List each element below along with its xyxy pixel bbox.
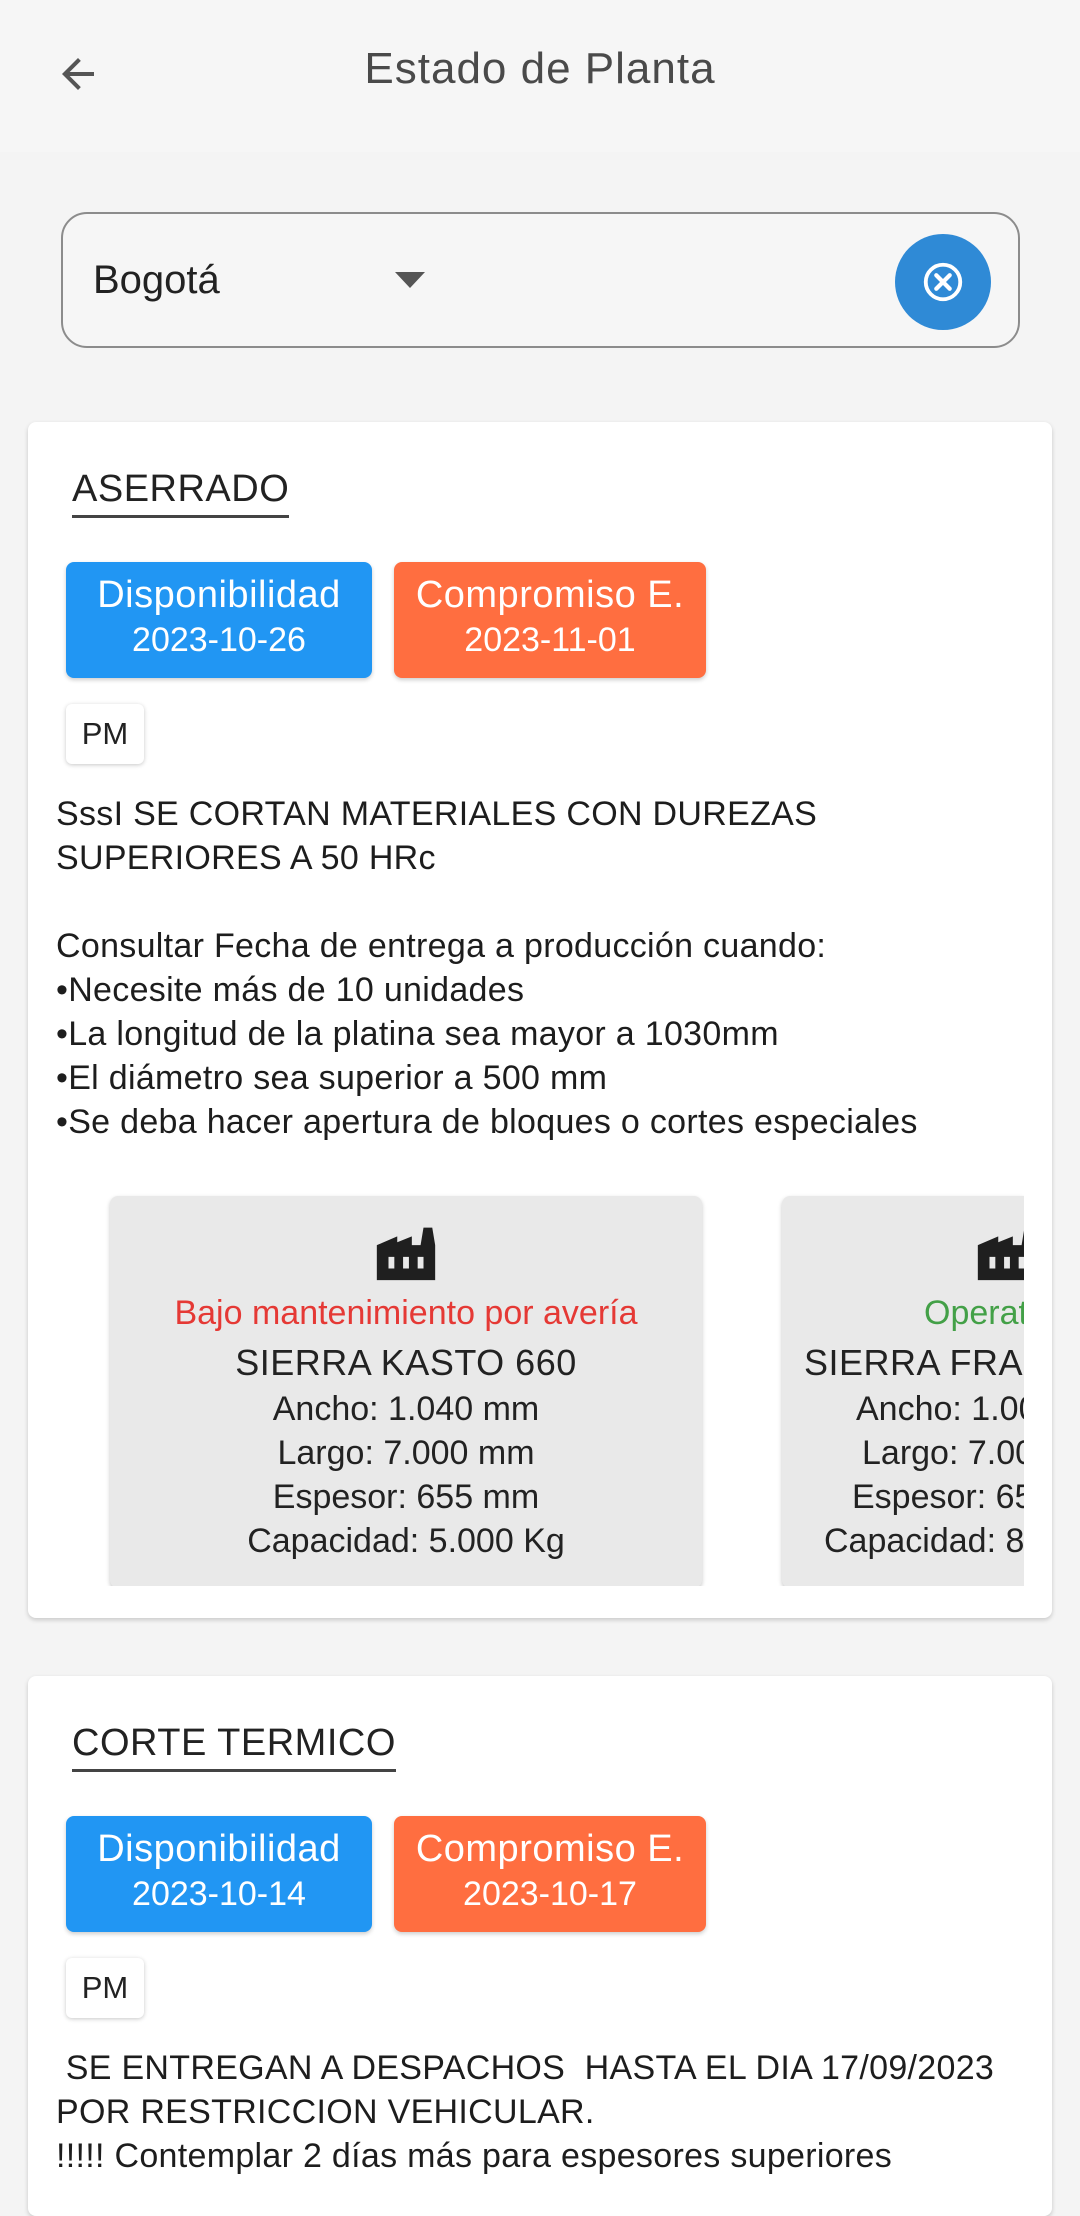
- dropdown-arrow-icon[interactable]: [395, 272, 425, 288]
- app-bar: Estado de Planta: [0, 0, 1080, 152]
- commitment-label: Compromiso E.: [415, 1828, 685, 1870]
- machine-capacity: Capacidad: 5.000 Kg: [247, 1522, 565, 1560]
- machine-length: Largo: 7.00: [862, 1434, 1024, 1472]
- machine-name: SIERRA FRAN: [804, 1342, 1024, 1383]
- section-notes: SssI SE CORTAN MATERIALES CON DUREZAS SU…: [56, 795, 918, 1141]
- section-notes: SE ENTREGAN A DESPACHOS HASTA EL DIA 17/…: [56, 2049, 995, 2175]
- availability-label: Disponibilidad: [97, 1828, 341, 1870]
- machine-thickness: Espesor: 65: [852, 1478, 1024, 1516]
- location-selected-value: Bogotá: [93, 258, 220, 302]
- availability-label: Disponibilidad: [97, 574, 341, 616]
- machines-carousel[interactable]: Bajo mantenimiento por avería SIERRA KAS…: [78, 1170, 1024, 1586]
- machine-status: Bajo mantenimiento por avería: [174, 1294, 638, 1332]
- availability-date: 2023-10-26: [132, 621, 306, 659]
- machine-capacity: Capacidad: 8: [824, 1522, 1024, 1560]
- section-title: ASERRADO: [72, 468, 290, 518]
- factory-icon: [376, 1227, 436, 1281]
- availability-badge[interactable]: Disponibilidad 2023-10-26: [66, 562, 372, 678]
- machine-thickness: Espesor: 655 mm: [272, 1478, 540, 1516]
- availability-date: 2023-10-14: [132, 1875, 306, 1913]
- commitment-date: 2023-10-17: [463, 1875, 637, 1913]
- commitment-badge[interactable]: Compromiso E. 2023-11-01: [394, 562, 706, 678]
- availability-badge[interactable]: Disponibilidad 2023-10-14: [66, 1816, 372, 1932]
- clear-circle-icon: [923, 262, 963, 302]
- machine-width: Ancho: 1.00: [856, 1390, 1024, 1428]
- section-title: CORTE TERMICO: [72, 1722, 396, 1772]
- page-title: Estado de Planta: [364, 44, 716, 93]
- location-dropdown[interactable]: Bogotá: [61, 212, 1020, 348]
- commitment-date: 2023-11-01: [464, 621, 636, 659]
- factory-icon: [977, 1230, 1024, 1281]
- section-card-aserrado: ASERRADO Disponibilidad 2023-10-26 Compr…: [28, 422, 1052, 1618]
- commitment-badge[interactable]: Compromiso E. 2023-10-17: [394, 1816, 706, 1932]
- section-card-corte-termico: CORTE TERMICO Disponibilidad 2023-10-14 …: [28, 1676, 1052, 2216]
- shift-chip: PM: [66, 1958, 144, 2018]
- commitment-label: Compromiso E.: [415, 574, 685, 616]
- machine-status: Operati: [924, 1294, 1024, 1332]
- machine-card[interactable]: Bajo mantenimiento por avería SIERRA KAS…: [110, 1196, 702, 1586]
- machine-width: Ancho: 1.040 mm: [272, 1390, 540, 1428]
- machine-length: Largo: 7.000 mm: [277, 1434, 535, 1472]
- machine-card[interactable]: Operati SIERRA FRAN Ancho: 1.00 Largo: 7…: [782, 1196, 1024, 1586]
- machine-name: SIERRA KASTO 660: [235, 1342, 577, 1383]
- shift-chip: PM: [66, 704, 144, 764]
- clear-selection-button[interactable]: [895, 234, 991, 330]
